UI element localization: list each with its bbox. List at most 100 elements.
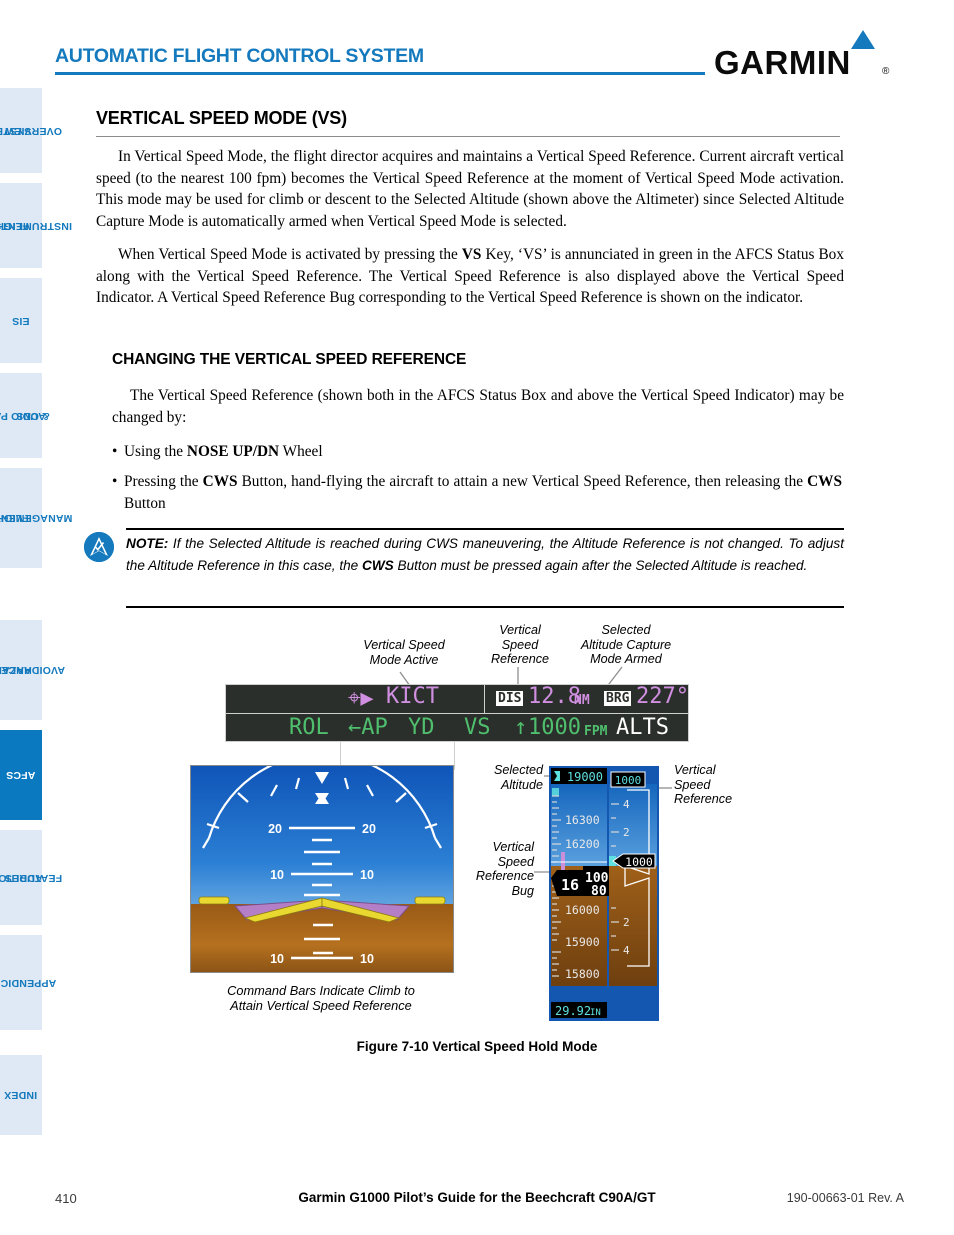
callout-line: Vertical <box>499 623 541 637</box>
bullet-1-text-a: Using the <box>124 443 187 460</box>
footer-part-number: 190-00663-01 Rev. A <box>786 1191 904 1205</box>
callout-line: Altitude <box>500 777 543 792</box>
callout-vs-reference-right: Vertical Speed Reference <box>674 763 758 807</box>
bullet-1-text-c: Wheel <box>279 443 323 460</box>
tape-graphic: 19000 16300 16200 16000 15900 15800 16 1… <box>549 766 659 1021</box>
cws-bold-2: CWS <box>807 473 842 490</box>
lateral-mode-annunciation: ROL <box>289 715 329 740</box>
page-header-title: AUTOMATIC FLIGHT CONTROL SYSTEM <box>55 45 424 67</box>
altitude-label: 16200 <box>565 837 600 851</box>
afcs-row-navigation: ⌖▶ KICT DIS 12.8 NM BRG 227° <box>226 684 689 713</box>
sidebar-item-flight-management[interactable]: FLIGHTMANAGEMENT <box>0 468 72 568</box>
altitude-label: 15900 <box>565 935 600 949</box>
note-cws-bold: CWS <box>362 558 394 573</box>
note-rule-top <box>126 528 844 530</box>
paragraph-2: When Vertical Speed Mode is activated by… <box>96 244 844 309</box>
svg-text:20: 20 <box>362 822 376 836</box>
vsi-tick-label: 4 <box>623 798 630 811</box>
sidebar-item-eis[interactable]: EIS <box>0 278 42 363</box>
sidebar-item-audio-panel-cns[interactable]: AUDIO PANEL& CNS <box>0 373 50 458</box>
current-altitude-tens: 80 <box>591 884 607 899</box>
vertical-mode-annunciation: VS <box>464 715 491 740</box>
bullet-dot: • <box>112 473 118 490</box>
callout-vs-reference-bug: Vertical Speed Reference Bug <box>450 840 534 898</box>
sidebar-item-appendices[interactable]: APPENDICES <box>0 935 56 1030</box>
baro-setting: 29.92 <box>555 1004 591 1018</box>
note-text: NOTE: If the Selected Altitude is reache… <box>126 533 844 577</box>
sidebar-item-label: APPENDICES <box>0 976 57 989</box>
note-label: NOTE: <box>126 536 169 551</box>
callout-line: Mode Armed <box>590 652 662 666</box>
sidebar-item-label: AVOIDANCE <box>0 664 66 676</box>
vs-reference-value: 1000 <box>528 715 581 740</box>
callout-selected-altitude: Selected Altitude <box>465 763 543 792</box>
altitude-label: 16000 <box>565 903 600 917</box>
callout-line: Vertical Speed <box>363 638 445 652</box>
vsi-tick-label: 2 <box>623 916 630 929</box>
bullet-dot: • <box>112 443 118 460</box>
garmin-registered-mark: ® <box>882 66 890 77</box>
callout-line: Reference <box>475 869 534 883</box>
bullet-2-text-e: Button <box>124 494 166 512</box>
sidebar-item-flight-instruments[interactable]: FLIGHTINSTRUMENTS <box>0 183 72 268</box>
sidebar-item-hazard-avoidance[interactable]: HAZARDAVOIDANCE <box>0 620 65 720</box>
garmin-logo: GARMIN ® <box>714 30 904 81</box>
svg-text:10: 10 <box>270 952 284 966</box>
sidebar-item-system-overview[interactable]: SYSTEMOVERVIEW <box>0 88 62 173</box>
paragraph-2-text-a: When Vertical Speed Mode is activated by… <box>118 246 462 263</box>
altitude-label: 16300 <box>565 813 600 827</box>
altimeter-vsi-tape: 19000 16300 16200 16000 15900 15800 16 1… <box>549 766 659 1021</box>
callout-line: Vertical <box>674 763 716 777</box>
sidebar-item-afcs[interactable]: AFCS <box>0 730 42 820</box>
callout-line: Selected <box>493 763 543 777</box>
callout-line: Altitude Capture <box>580 637 672 652</box>
callout-selected-altitude-capture-armed: Selected Altitude Capture Mode Armed <box>563 623 689 667</box>
afcs-status-box: ⌖▶ KICT DIS 12.8 NM BRG 227° ROL ←AP YD … <box>225 684 689 770</box>
svg-text:20: 20 <box>268 822 282 836</box>
current-altitude-thousands: 16 <box>561 876 579 894</box>
garmin-triangle-glyph <box>84 532 114 562</box>
callout-vs-reference-top: Vertical Speed Reference <box>485 623 555 667</box>
selected-altitude-value: 19000 <box>567 770 603 784</box>
caption-line: Command Bars Indicate Climb to <box>227 983 415 998</box>
brg-label: BRG <box>604 691 632 706</box>
note-rule-bottom <box>126 606 844 608</box>
caption-line: Attain Vertical Speed Reference <box>230 998 412 1013</box>
sidebar-item-index[interactable]: INDEX <box>0 1055 42 1135</box>
afcs-divider-2 <box>454 742 455 770</box>
yaw-damper-annunciation: YD <box>408 715 435 740</box>
list-item: • Pressing the CWS Button, hand-flying t… <box>112 471 842 514</box>
dis-label: DIS <box>496 691 524 706</box>
vs-key-bold: VS <box>461 246 482 263</box>
callout-line: Speed <box>501 637 539 652</box>
afcs-divider-nav <box>484 685 485 713</box>
callout-vs-mode-active: Vertical Speed Mode Active <box>356 638 452 667</box>
note-info-icon <box>84 532 114 562</box>
svg-text:10: 10 <box>360 952 374 966</box>
vsi-tick-label: 4 <box>623 944 630 957</box>
callout-line: Speed <box>674 777 711 792</box>
figure-caption: Figure 7-10 Vertical Speed Hold Mode <box>356 1039 598 1054</box>
sidebar-item-label: OVERVIEW <box>4 124 63 137</box>
callout-line: Reference <box>490 652 550 666</box>
list-item: • Using the NOSE UP/DN Wheel <box>112 441 842 463</box>
afcs-row-modes: ROL ←AP YD VS ↑ 1000 FPM ALTS <box>226 713 688 770</box>
paragraph-3: The Vertical Speed Reference (shown both… <box>112 387 844 426</box>
callout-line: Vertical <box>492 840 534 854</box>
svg-text:10: 10 <box>360 868 374 882</box>
sidebar-item-label: MANAGEMENT <box>0 512 73 524</box>
vsi-tick-label: 2 <box>623 826 630 839</box>
altitude-label: 15800 <box>565 967 600 981</box>
armed-mode-annunciation: ALTS <box>616 715 669 740</box>
page-title: VERTICAL SPEED MODE (VS) <box>96 108 347 128</box>
svg-text:10: 10 <box>270 868 284 882</box>
nose-up-dn-bold: NOSE UP/DN <box>186 443 280 460</box>
paragraph-1: In Vertical Speed Mode, the flight direc… <box>96 148 844 230</box>
callout-line: Bug <box>511 883 534 898</box>
brg-value: 227° <box>636 684 689 709</box>
sidebar-item-additional-features[interactable]: ADDITIONALFEATURES <box>0 830 62 925</box>
autopilot-annunciation: ←AP <box>348 715 388 740</box>
vsi-current-value: 1000 <box>625 855 653 869</box>
vs-reference-units: FPM <box>584 724 608 739</box>
pfd-attitude-indicator: 20 20 10 10 10 10 <box>190 765 454 973</box>
